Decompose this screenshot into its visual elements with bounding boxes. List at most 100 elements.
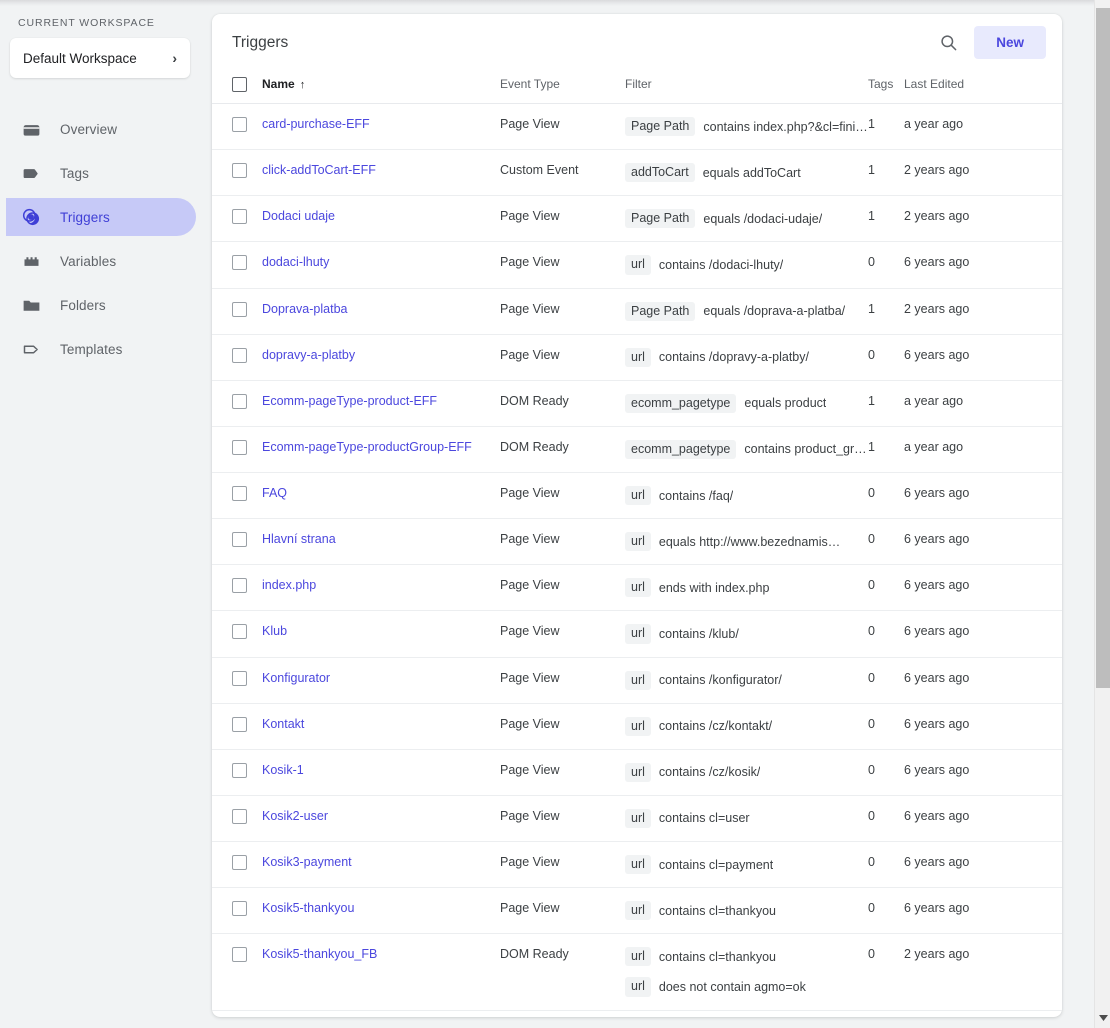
workspace-name: Default Workspace xyxy=(23,50,137,66)
table-row[interactable]: Ecomm-pageType-productGroup-EFF DOM Ready… xyxy=(212,426,1062,473)
row-checkbox[interactable] xyxy=(232,624,247,640)
row-name-cell: Kontakt xyxy=(262,703,500,749)
table-row[interactable]: Kontakt Page View url contains /cz/kontakt/… xyxy=(212,703,1062,750)
column-header-name[interactable]: Name ↑ xyxy=(262,71,500,104)
filter-condition: contains /cz/kosik/ xyxy=(658,765,761,780)
sidebar-item-label: Folders xyxy=(60,297,106,313)
table-row[interactable]: Kosik-1 Page View url contains /cz/kosik/0 6… xyxy=(212,749,1062,796)
row-checkbox[interactable] xyxy=(232,901,247,917)
sidebar-item-templates[interactable]: Templates xyxy=(6,330,196,368)
row-event-type: Custom Event xyxy=(500,163,579,178)
trigger-name-link[interactable]: Kosik5-thankyou_FB xyxy=(262,947,377,961)
row-last-edited: a year ago xyxy=(904,117,964,131)
row-checkbox[interactable] xyxy=(232,255,247,271)
row-tags-count: 1 xyxy=(868,117,875,131)
row-checkbox[interactable] xyxy=(232,808,247,824)
trigger-name-link[interactable]: Hlavní strana xyxy=(262,532,336,546)
row-tags-count: 0 xyxy=(868,486,875,500)
sidebar-item-tags[interactable]: Tags xyxy=(6,154,196,192)
trigger-name-link[interactable]: Kosik-1 xyxy=(262,763,304,777)
row-tags-count: 1 xyxy=(868,393,875,408)
row-checkbox[interactable] xyxy=(232,301,247,317)
table-row[interactable]: Dodaci udaje Page View Page Path equals /do… xyxy=(212,196,1062,242)
column-header-filter[interactable]: Filter xyxy=(625,71,868,104)
sidebar-item-folders[interactable]: Folders xyxy=(6,286,196,324)
tag-icon xyxy=(20,162,42,184)
row-checkbox[interactable] xyxy=(232,117,247,132)
row-checkbox[interactable] xyxy=(232,347,247,363)
trigger-name-link[interactable]: card-purchase-EFF xyxy=(262,117,370,131)
table-row[interactable]: Doprava-platba Page View Page Path equals /… xyxy=(212,288,1062,335)
sidebar-item-variables[interactable]: Variables xyxy=(6,242,196,280)
row-select-cell xyxy=(212,703,262,749)
scrollbar-down-button[interactable] xyxy=(1095,1010,1110,1026)
column-header-event-type[interactable]: Event Type xyxy=(500,71,625,104)
workspace-selector[interactable]: Default Workspace › xyxy=(10,38,190,78)
filter-variable-chip: url xyxy=(625,624,651,644)
row-last-edited: 6 years ago xyxy=(904,578,970,593)
row-name-cell: FAQ xyxy=(262,473,500,519)
filter-condition: equals http://www.bezednamiska.cz/ xyxy=(658,534,845,549)
row-checkbox[interactable] xyxy=(232,947,247,963)
trigger-name-link[interactable]: Kosik5-thankyou xyxy=(262,901,354,915)
table-row[interactable]: Kosik2-user Page View url contains cl=user 0… xyxy=(212,795,1062,842)
table-row[interactable]: Hlavní strana Page View url equals http://w… xyxy=(212,519,1062,565)
table-row[interactable]: dodaci-lhuty Page View url contains /dodaci… xyxy=(212,242,1062,288)
table-row[interactable]: dopravy-a-platby Page View url contains /do… xyxy=(212,334,1062,381)
table-row[interactable]: index.php Page View url ends with index.php… xyxy=(212,565,1062,611)
row-checkbox[interactable] xyxy=(232,855,247,870)
trigger-name-link[interactable]: Konfigurator xyxy=(262,671,330,685)
row-checkbox[interactable] xyxy=(232,393,247,409)
filter-line: url contains cl=thankyou xyxy=(625,947,868,967)
trigger-name-link[interactable]: FAQ xyxy=(262,486,287,500)
trigger-name-link[interactable]: Ecomm-pageType-productGroup-EFF xyxy=(262,440,472,454)
table-row[interactable]: Kosik3-payment Page View url contains cl=pa… xyxy=(212,842,1062,888)
current-workspace-label: CURRENT WORKSPACE xyxy=(18,17,155,29)
row-checkbox[interactable] xyxy=(232,716,247,732)
row-name-cell: Doprava-platba xyxy=(262,288,500,334)
row-checkbox[interactable] xyxy=(232,578,247,594)
trigger-name-link[interactable]: Ecomm-pageType-product-EFF xyxy=(262,394,437,408)
trigger-name-link[interactable]: Kontakt xyxy=(262,717,304,731)
trigger-name-link[interactable]: dodaci-lhuty xyxy=(262,255,329,269)
table-row[interactable]: Klub Page View url contains /klub/0 6 years … xyxy=(212,611,1062,657)
trigger-name-link[interactable]: Klub xyxy=(262,624,287,638)
row-checkbox[interactable] xyxy=(232,439,247,455)
new-trigger-button[interactable]: New xyxy=(974,26,1046,59)
column-header-tags[interactable]: Tags xyxy=(868,71,904,104)
table-row[interactable]: FAQ Page View url contains /faq/0 6 years ag… xyxy=(212,473,1062,519)
search-button[interactable] xyxy=(929,24,967,62)
filter-condition: equals /dodaci-udaje/ xyxy=(703,211,823,226)
table-row[interactable]: click-addToCart-EFF Custom Event addToCart… xyxy=(212,150,1062,196)
table-row[interactable]: Ecomm-pageType-product-EFF DOM Ready ecomm… xyxy=(212,380,1062,427)
row-last-edited: 6 years ago xyxy=(904,716,970,731)
table-row[interactable]: Kosik5-thankyou_FB DOM Ready url contains c… xyxy=(212,934,1062,1010)
table-row[interactable]: Kosik5-thankyou Page View url contains cl=t… xyxy=(212,888,1062,934)
select-all-checkbox[interactable] xyxy=(232,77,247,92)
row-checkbox[interactable] xyxy=(232,670,247,686)
row-last-edited: 6 years ago xyxy=(904,855,970,869)
row-last-edited: a year ago xyxy=(904,439,964,454)
trigger-name-link[interactable]: Kosik3-payment xyxy=(262,855,352,869)
row-checkbox[interactable] xyxy=(232,762,247,778)
trigger-name-link[interactable]: index.php xyxy=(262,578,316,592)
table-row[interactable]: magazinPage Viewurlcontains /magazin/06 … xyxy=(212,1010,1062,1017)
trigger-name-link[interactable]: Dodaci udaje xyxy=(262,209,335,223)
page-scrollbar[interactable] xyxy=(1094,0,1110,1028)
sidebar-item-overview[interactable]: Overview xyxy=(6,110,196,148)
row-checkbox[interactable] xyxy=(232,532,247,548)
row-checkbox[interactable] xyxy=(232,486,247,501)
row-checkbox[interactable] xyxy=(232,163,247,179)
column-header-last-edited[interactable]: Last Edited xyxy=(904,71,1062,104)
trigger-name-link[interactable]: click-addToCart-EFF xyxy=(262,163,376,177)
row-event-type: Page View xyxy=(500,486,560,500)
trigger-name-link[interactable]: dopravy-a-platby xyxy=(262,348,355,362)
variables-icon xyxy=(20,250,42,272)
sidebar-item-triggers[interactable]: Triggers xyxy=(6,198,196,236)
trigger-name-link[interactable]: Kosik2-user xyxy=(262,809,328,823)
table-row[interactable]: Konfigurator Page View url contains /konfig… xyxy=(212,657,1062,704)
table-row[interactable]: card-purchase-EFF Page View Page Path conta… xyxy=(212,104,1062,150)
row-checkbox[interactable] xyxy=(232,209,247,225)
scrollbar-thumb[interactable] xyxy=(1096,8,1110,688)
trigger-name-link[interactable]: Doprava-platba xyxy=(262,302,347,316)
